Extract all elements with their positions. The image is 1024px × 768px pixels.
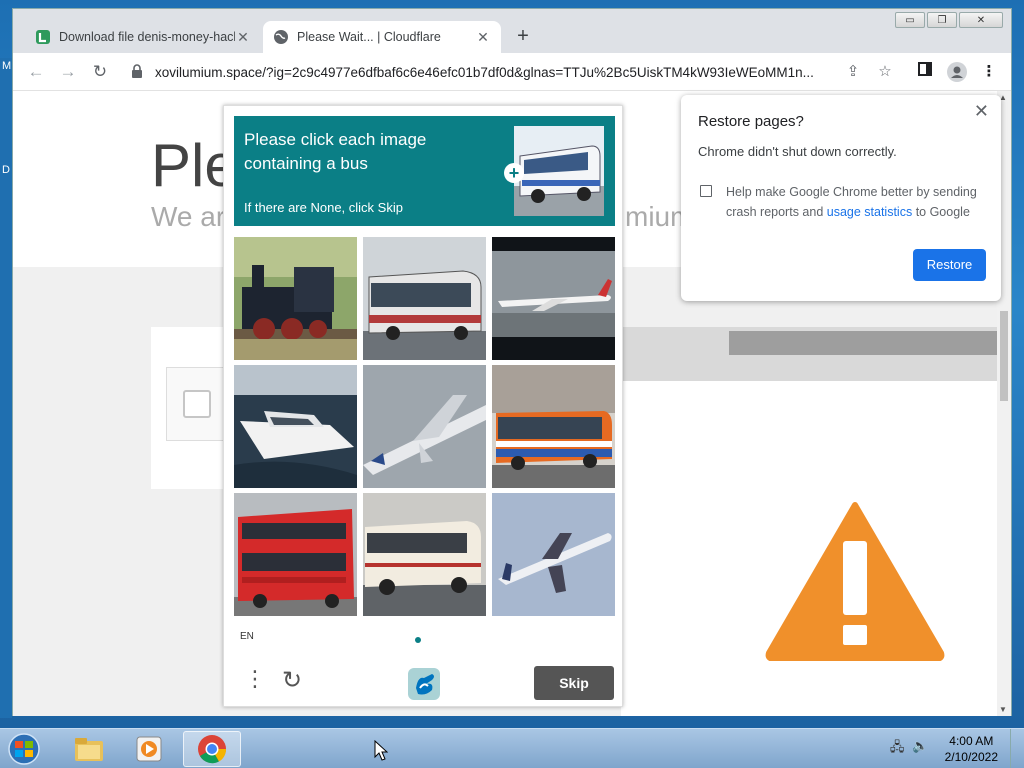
close-icon[interactable]: ✕ — [475, 29, 491, 46]
dialog-message: Chrome didn't shut down correctly. — [698, 144, 897, 159]
desktop-edge-letter: D — [2, 164, 10, 176]
image-grid — [234, 237, 615, 616]
start-button[interactable] — [4, 732, 44, 766]
image-tile[interactable] — [234, 493, 357, 616]
side-panel-icon[interactable] — [915, 62, 935, 82]
share-icon[interactable]: ⇪ — [843, 62, 863, 82]
checkbox-label: Help make Google Chrome better by sendin… — [726, 182, 986, 222]
image-tile[interactable] — [363, 493, 486, 616]
site-logo-icon — [35, 29, 51, 45]
image-tile[interactable] — [492, 237, 615, 360]
desktop-edge: M D — [0, 58, 12, 718]
refresh-icon[interactable]: ↻ — [282, 666, 302, 695]
media-player-icon[interactable] — [120, 731, 178, 767]
tab-download[interactable]: Download file denis-money-hack ✕ — [25, 21, 261, 53]
image-tile[interactable] — [234, 237, 357, 360]
verify-checkbox[interactable] — [183, 390, 211, 418]
tab-title: Please Wait... | Cloudflare — [297, 30, 441, 44]
challenge-prompt: Please click each image containing a bus — [244, 130, 427, 173]
maximize-button[interactable]: ❐ — [927, 12, 957, 28]
volume-icon[interactable]: 🔈 — [912, 738, 928, 760]
close-icon[interactable]: ✕ — [974, 101, 989, 122]
restore-button[interactable]: Restore — [913, 249, 986, 281]
image-tile[interactable] — [363, 365, 486, 488]
usage-statistics-link[interactable]: usage statistics — [827, 205, 912, 219]
network-icon[interactable]: 🖧 — [890, 738, 905, 760]
restore-pages-dialog: Restore pages? ✕ Chrome didn't shut down… — [681, 95, 1001, 301]
plus-icon[interactable]: + — [504, 163, 524, 183]
profile-icon[interactable] — [947, 62, 967, 82]
window-controls: ▭ ❐ ✕ — [895, 12, 1003, 28]
menu-icon[interactable]: ⋮ — [979, 62, 999, 82]
crash-reports-checkbox[interactable] — [700, 185, 712, 197]
browser-toolbar: ← → ↻ xovilumium.space/?ig=2c9c4977e6dfb… — [13, 53, 1011, 91]
chrome-window: Download file denis-money-hack ✕ Please … — [12, 8, 1012, 716]
mouse-cursor-icon — [374, 739, 389, 765]
address-bar[interactable]: xovilumium.space/?ig=2c9c4977e6dfbaf6c6e… — [123, 58, 839, 86]
page-indicator — [415, 637, 421, 643]
scroll-down-icon[interactable]: ▼ — [999, 705, 1007, 714]
clock-time: 4:00 AM — [949, 734, 994, 748]
url-text: xovilumium.space/?ig=2c9c4977e6dfbaf6c6e… — [155, 64, 814, 80]
scroll-thumb[interactable] — [1000, 311, 1008, 401]
hcaptcha-logo-icon[interactable] — [406, 666, 442, 705]
forward-icon[interactable]: → — [57, 61, 79, 83]
more-options-icon[interactable]: ⋮ — [244, 666, 266, 692]
back-icon[interactable]: ← — [25, 61, 47, 83]
skip-button[interactable]: Skip — [534, 666, 614, 700]
gray-strip — [729, 331, 999, 355]
file-explorer-icon[interactable] — [60, 731, 118, 767]
hcaptcha-challenge: Please click each image containing a bus… — [223, 105, 623, 707]
image-tile[interactable] — [492, 493, 615, 616]
tab-cloudflare[interactable]: Please Wait... | Cloudflare ✕ — [263, 21, 501, 53]
star-icon[interactable]: ☆ — [875, 62, 895, 82]
checkbox-text-end: to Google — [912, 205, 970, 219]
language-selector[interactable]: EN — [240, 631, 254, 642]
challenge-header: Please click each image containing a bus… — [234, 116, 615, 226]
system-tray: 🖧 🔈 4:00 AM 2/10/2022 — [890, 729, 1024, 768]
close-icon[interactable]: ✕ — [235, 29, 251, 46]
image-tile[interactable] — [363, 237, 486, 360]
dialog-title: Restore pages? — [698, 113, 804, 130]
tray-icons: 🖧 🔈 — [890, 738, 929, 760]
chrome-icon[interactable] — [183, 731, 241, 767]
lock-icon[interactable] — [131, 63, 143, 81]
challenge-hint: If there are None, click Skip — [244, 200, 403, 215]
clock-date: 2/10/2022 — [944, 750, 998, 764]
reload-icon[interactable]: ↻ — [89, 61, 111, 83]
challenge-footer: ⋮ ↻ Skip — [224, 658, 622, 706]
new-tab-button[interactable]: + — [513, 26, 533, 47]
image-tile[interactable] — [492, 365, 615, 488]
image-tile[interactable] — [234, 365, 357, 488]
desktop-edge-letter: M — [2, 60, 12, 72]
taskbar: 🖧 🔈 4:00 AM 2/10/2022 — [0, 728, 1024, 768]
clock[interactable]: 4:00 AM 2/10/2022 — [945, 733, 998, 765]
show-desktop-button[interactable] — [1010, 729, 1024, 768]
tab-title: Download file denis-money-hack — [59, 30, 235, 44]
close-window-button[interactable]: ✕ — [959, 12, 1003, 28]
minimize-button[interactable]: ▭ — [895, 12, 925, 28]
warning-icon — [765, 501, 945, 664]
tab-strip: Download file denis-money-hack ✕ Please … — [13, 9, 1011, 53]
example-image — [514, 126, 604, 216]
globe-icon — [273, 29, 289, 45]
verify-widget — [166, 367, 226, 441]
page-subtitle: We ar — [151, 201, 226, 232]
